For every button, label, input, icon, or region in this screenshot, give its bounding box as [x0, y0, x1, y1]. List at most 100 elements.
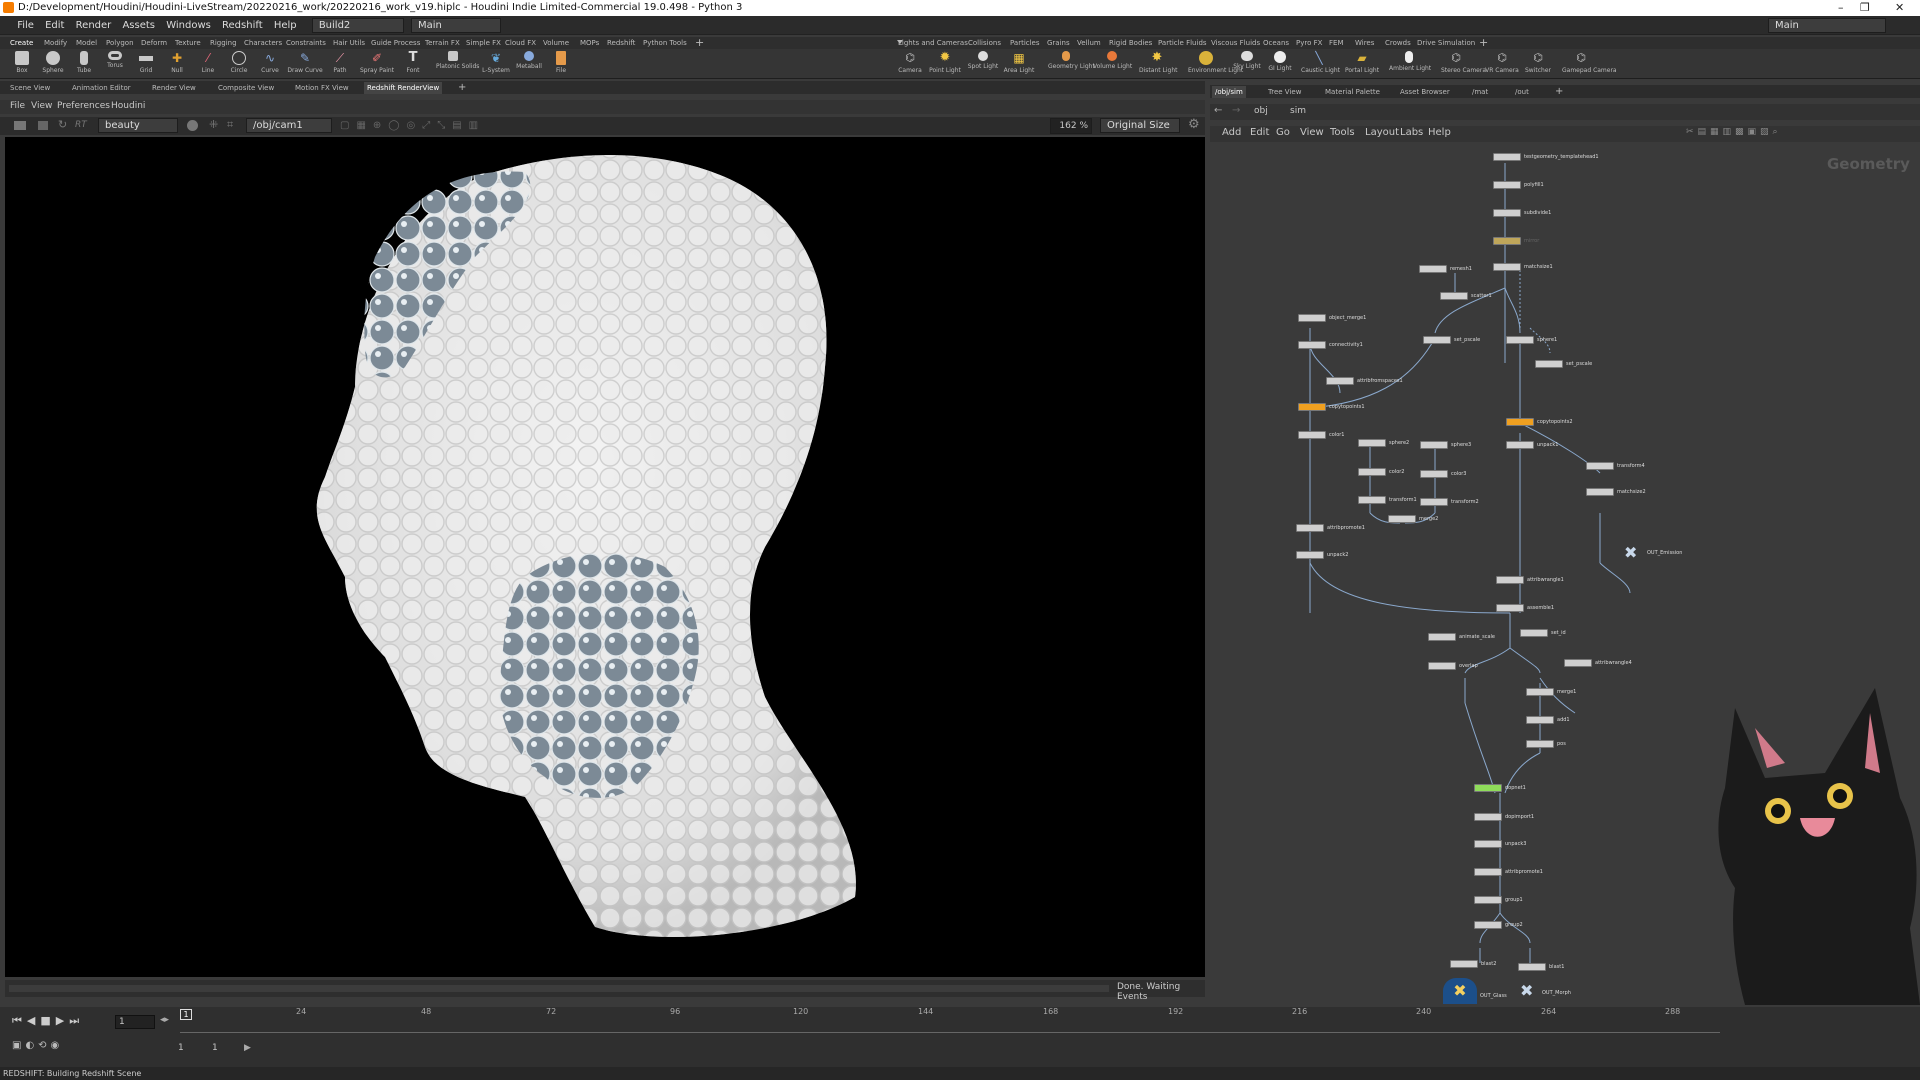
node-overlap[interactable]: [1428, 662, 1456, 670]
node-blast1[interactable]: [1518, 963, 1546, 971]
tab-composite-view[interactable]: Composite View: [218, 82, 274, 94]
tool-curve[interactable]: ∿ Curve: [254, 51, 286, 75]
shelf-tab-polygon[interactable]: Polygon: [106, 37, 134, 49]
render-viewport[interactable]: [5, 137, 1205, 977]
menu-help[interactable]: Help: [270, 16, 301, 35]
shelf-tab-constraints[interactable]: Constraints: [286, 37, 326, 49]
shelf-tab-lights-and-cameras[interactable]: Lights and Cameras: [898, 37, 968, 49]
node-unpack1[interactable]: [1506, 441, 1534, 449]
tool-platonic-solids[interactable]: Platonic Solids: [436, 51, 479, 71]
shelf-tab-volume[interactable]: Volume: [543, 37, 569, 49]
tool-switcher[interactable]: ⌬ Switcher: [1522, 51, 1554, 75]
node-set-pscale[interactable]: [1423, 336, 1451, 344]
net-menu-go[interactable]: Go: [1276, 127, 1290, 138]
shelf-tab-vellum[interactable]: Vellum: [1077, 37, 1101, 49]
shelf-tab-particle-fluids[interactable]: Particle Fluids: [1158, 37, 1207, 49]
tool-line[interactable]: ⁄ Line: [192, 51, 224, 75]
network-tool-icons[interactable]: ✂▤▦▥▩▣▧⌕: [1686, 127, 1782, 137]
shelf-tab-simple-fx[interactable]: Simple FX: [466, 37, 501, 49]
output-null-icon[interactable]: ✖: [1624, 543, 1637, 562]
network-editor[interactable]: Geometry testgeometry_templatehead1 poly…: [1210, 143, 1920, 1005]
path-sim[interactable]: sim: [1290, 106, 1306, 116]
crop-icon[interactable]: ⌗: [227, 118, 233, 132]
shelf-tab-redshift[interactable]: Redshift: [607, 37, 635, 49]
menu-windows[interactable]: Windows: [162, 16, 215, 35]
timeline-ruler[interactable]: [180, 1025, 1720, 1033]
build-selector[interactable]: Build2: [311, 17, 404, 33]
node-remesh1[interactable]: [1419, 265, 1447, 273]
node-matchsize2[interactable]: [1586, 488, 1614, 496]
tool-camera[interactable]: ⌬ Camera: [894, 51, 926, 75]
rs-menu-houdini[interactable]: Houdini: [111, 101, 145, 111]
tool-font[interactable]: T Font: [397, 51, 429, 75]
aov-selector[interactable]: beauty: [98, 118, 178, 133]
tab-obj-sim[interactable]: /obj/sim: [1212, 86, 1246, 98]
shelf-tab-texture[interactable]: Texture: [175, 37, 201, 49]
tool-box[interactable]: Box: [6, 51, 38, 75]
path-obj[interactable]: obj: [1254, 106, 1268, 116]
snapshot-icon[interactable]: [38, 121, 48, 130]
tool-portal-light[interactable]: ▰ Portal Light: [1344, 51, 1380, 75]
camera-selector[interactable]: /obj/cam1: [246, 118, 332, 133]
node-attribwrangle4[interactable]: [1564, 659, 1592, 667]
tool-torus[interactable]: Torus: [99, 51, 131, 70]
tool-spray-paint[interactable]: ✐ Spray Paint: [357, 51, 397, 75]
node-group2[interactable]: [1474, 921, 1502, 929]
shelf-tab-cloud-fx[interactable]: Cloud FX: [505, 37, 536, 49]
grid-settings-icon[interactable]: ⁜: [209, 118, 218, 131]
node-color1[interactable]: [1298, 431, 1326, 439]
node-mirror[interactable]: [1493, 237, 1521, 245]
node-merge2[interactable]: [1388, 515, 1416, 523]
shelf-tab-deform[interactable]: Deform: [141, 37, 167, 49]
net-menu-help[interactable]: Help: [1428, 127, 1451, 138]
tool-area-light[interactable]: ▦ Area Light: [1003, 51, 1035, 75]
node-pos[interactable]: [1526, 740, 1554, 748]
node-scatter1[interactable]: [1440, 292, 1468, 300]
forward-arrow-icon[interactable]: →: [1232, 105, 1240, 116]
node-animate-scale[interactable]: [1428, 633, 1456, 641]
tool-tube[interactable]: Tube: [68, 51, 100, 75]
desktop-selector-right[interactable]: Main: [1768, 18, 1886, 33]
tool-file[interactable]: File: [545, 51, 577, 75]
shelf-tab-fem[interactable]: FEM: [1329, 37, 1344, 49]
menu-edit[interactable]: Edit: [41, 16, 68, 35]
node-transform1[interactable]: [1358, 496, 1386, 504]
node-set-pscale-2[interactable]: [1535, 360, 1563, 368]
lock-icon[interactable]: [187, 120, 198, 131]
restore-button[interactable]: ❐: [1860, 0, 1870, 16]
shelf-tab-create[interactable]: Create: [10, 37, 33, 49]
node-dopimport1[interactable]: [1474, 813, 1502, 821]
rs-menu-preferences[interactable]: Preferences: [57, 101, 110, 111]
tool-environment-light[interactable]: Environment Light: [1188, 51, 1243, 75]
net-menu-edit[interactable]: Edit: [1250, 127, 1269, 138]
tab-out[interactable]: /out: [1515, 86, 1529, 98]
node-merge1[interactable]: [1526, 688, 1554, 696]
zoom-field[interactable]: 162 %: [1050, 118, 1092, 134]
playback-controls[interactable]: ⏮◀■▶⏭: [12, 1014, 84, 1028]
node-copytopoints2[interactable]: [1506, 418, 1534, 426]
node-attribwrangle1[interactable]: [1496, 576, 1524, 584]
tool-grid[interactable]: Grid: [130, 51, 162, 75]
shelf-tab-characters[interactable]: Characters: [244, 37, 282, 49]
tab-asset-browser[interactable]: Asset Browser: [1400, 86, 1450, 98]
tool-sphere[interactable]: Sphere: [37, 51, 69, 75]
node-set-id[interactable]: [1520, 629, 1548, 637]
display-tool-icons[interactable]: ▢▦⊕◯◎⤢⤡▤▥: [340, 120, 610, 132]
add-shelf-tab-icon[interactable]: +: [695, 37, 704, 49]
node-testgeometry-templatehead1[interactable]: [1493, 153, 1521, 161]
shelf-tab-collisions[interactable]: Collisions: [968, 37, 1001, 49]
tool-vr-camera[interactable]: ⌬ VR Camera: [1485, 51, 1519, 75]
shelf-tab-python-tools[interactable]: Python Tools: [643, 37, 687, 49]
node-attribpromote1[interactable]: [1474, 868, 1502, 876]
add-right-pane-tab-icon[interactable]: +: [1555, 86, 1563, 98]
tab-tree-view[interactable]: Tree View: [1268, 86, 1301, 98]
output-morph-icon[interactable]: ✖: [1520, 981, 1533, 1000]
node-sphere3[interactable]: [1420, 441, 1448, 449]
node-polyfill1[interactable]: [1493, 181, 1521, 189]
net-menu-tools[interactable]: Tools: [1330, 127, 1355, 138]
tool-draw-curve[interactable]: ✎ Draw Curve: [287, 51, 323, 75]
tab-scene-view[interactable]: Scene View: [10, 82, 50, 94]
frame-marker[interactable]: 1: [180, 1009, 192, 1020]
node-copytopoints1[interactable]: [1298, 403, 1326, 411]
tool-point-light[interactable]: ✹ Point Light: [929, 51, 961, 75]
